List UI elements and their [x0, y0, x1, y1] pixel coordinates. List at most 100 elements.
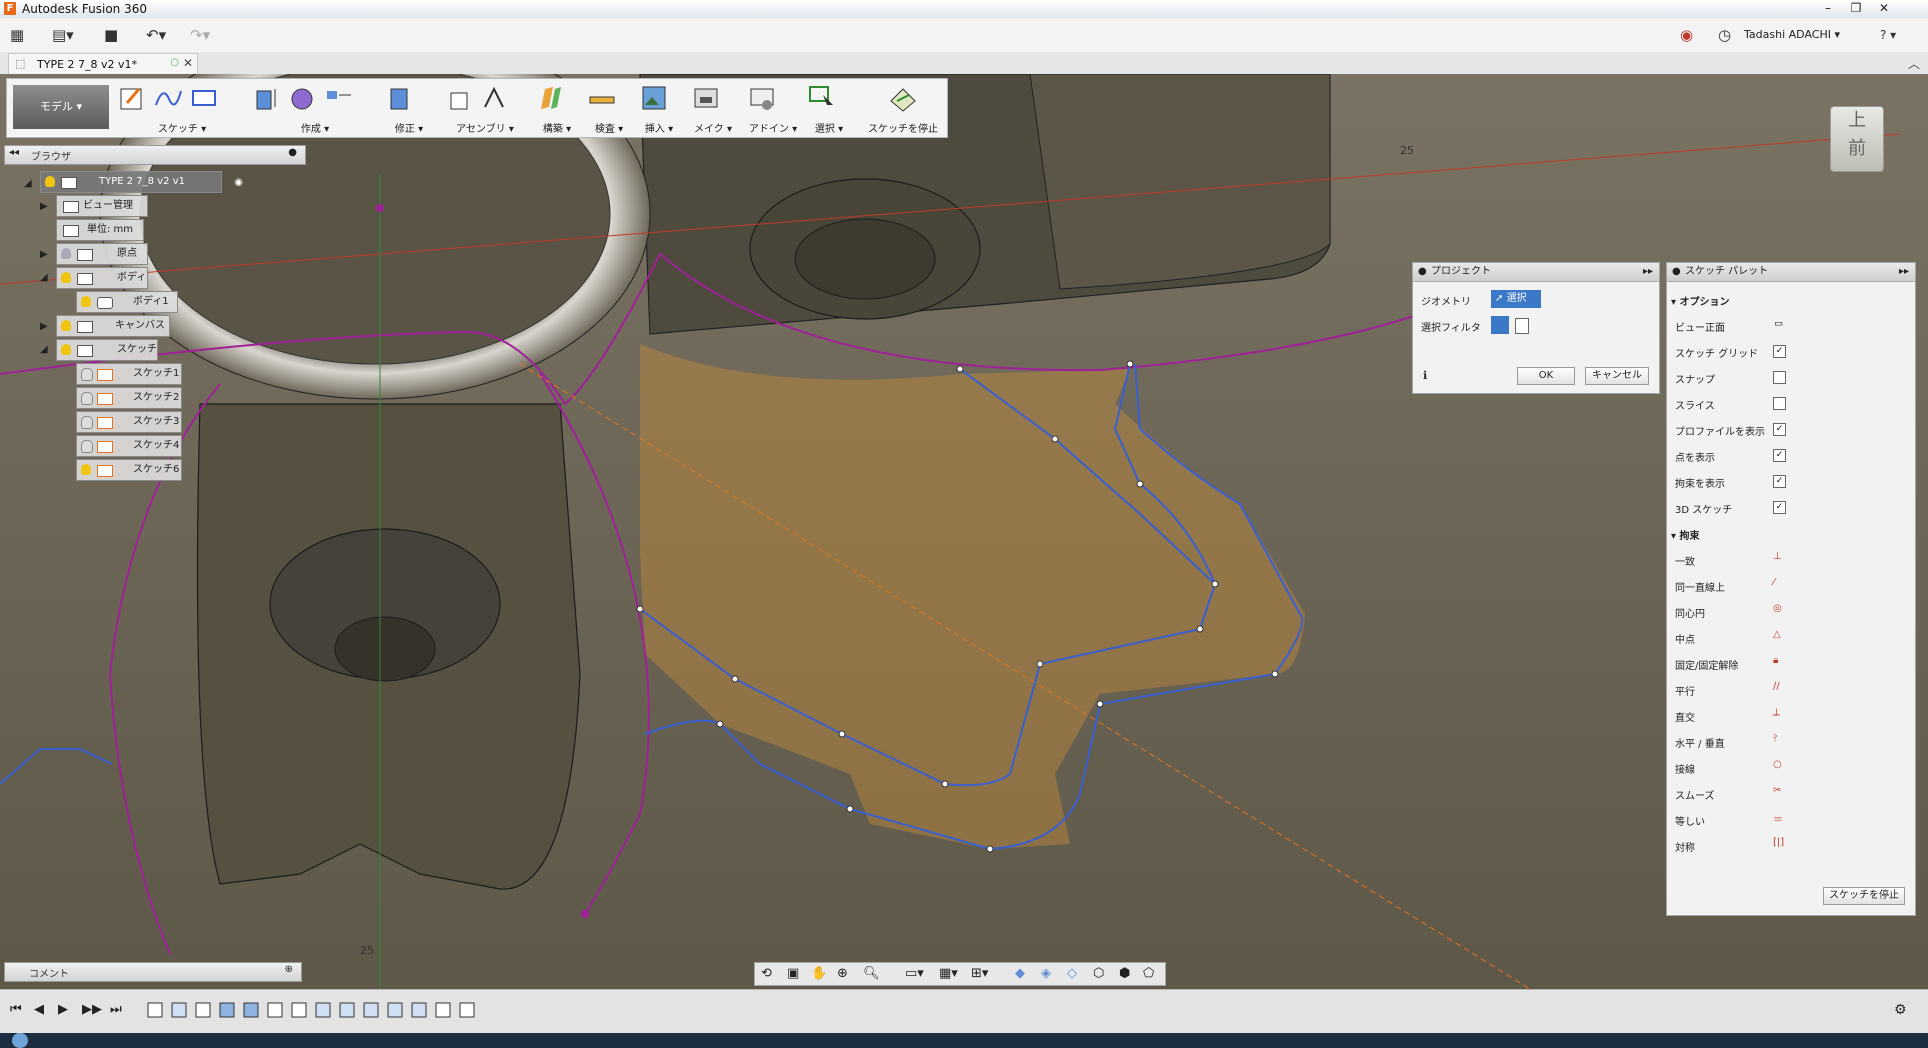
inspect-group[interactable]: 検査 ▾: [587, 83, 631, 135]
collapse-icon[interactable]: ◢: [40, 344, 48, 355]
pan-icon[interactable]: ✋: [811, 966, 827, 981]
geometry-select-button[interactable]: ➚ 選択: [1491, 290, 1541, 308]
go-to-start-icon[interactable]: ⏮: [10, 1002, 22, 1017]
constraint-smooth[interactable]: スムーズ ✂: [1667, 783, 1915, 803]
visibility-bulb-icon[interactable]: [81, 296, 91, 307]
options-section-header[interactable]: ▾ オプション: [1671, 293, 1730, 308]
comments-panel[interactable]: コメント ⊕: [4, 962, 302, 982]
constraint-collinear[interactable]: 同一直線上 ⁄: [1667, 575, 1915, 595]
sketch-palette-header[interactable]: ● スケッチ パレット ▸▸: [1667, 263, 1915, 282]
spline-icon[interactable]: [153, 83, 183, 113]
info-icon[interactable]: ℹ: [1423, 369, 1427, 382]
constraint-horizontal-vertical[interactable]: 水平 / 垂直 ⫯: [1667, 731, 1915, 751]
document-tab[interactable]: ⬚ TYPE 2 7_8 v2 v1* ○ ✕: [8, 53, 198, 74]
stop-sketch-button[interactable]: スケッチを停止: [1823, 887, 1905, 905]
equal-icon[interactable]: ＝: [1773, 811, 1783, 826]
construct-group-label[interactable]: 構築 ▾: [535, 120, 579, 135]
3d-sketch-checkbox[interactable]: ✓: [1773, 501, 1786, 514]
insert-group-label[interactable]: 挿入 ▾: [639, 120, 679, 135]
workspace-mode-button[interactable]: モデル ▾: [13, 85, 109, 129]
assembly-group[interactable]: アセンブリ ▾: [443, 83, 527, 135]
browser-node-sketch4[interactable]: スケッチ4: [76, 435, 182, 457]
wireframe-icon[interactable]: ⬡: [1093, 966, 1104, 981]
user-menu[interactable]: Tadashi ADACHI ▾: [1744, 28, 1840, 41]
collinear-icon[interactable]: ⁄: [1773, 577, 1775, 588]
show-points-checkbox[interactable]: ✓: [1773, 449, 1786, 462]
browser-root[interactable]: TYPE 2 7_8 v2 v1 ◉: [40, 171, 243, 193]
constraint-equal[interactable]: 等しい ＝: [1667, 809, 1915, 829]
create-group-label[interactable]: 作成 ▾: [251, 120, 379, 135]
stop-sketch-label[interactable]: スケッチを停止: [863, 120, 943, 135]
start-button-icon[interactable]: [12, 1033, 28, 1048]
palette-expand-icon[interactable]: ▸▸: [1899, 263, 1909, 281]
rectangle-icon[interactable]: [189, 83, 219, 113]
hidden-edges-icon[interactable]: ◇: [1067, 966, 1077, 981]
perpendicular-icon[interactable]: ⟂: [1773, 707, 1780, 718]
cancel-button[interactable]: キャンセル: [1585, 367, 1649, 385]
browser-node-canvas[interactable]: キャンバス: [56, 315, 170, 337]
constraint-symmetric[interactable]: 対称 [|]: [1667, 835, 1915, 855]
lock-icon[interactable]: 🔒︎: [1773, 655, 1778, 666]
scripts-icon[interactable]: [747, 83, 777, 113]
horizontal-vertical-icon[interactable]: ⫯: [1773, 733, 1777, 744]
construction-point[interactable]: [581, 910, 589, 918]
model-scene[interactable]: 25 25: [0, 74, 1928, 989]
expand-icon[interactable]: ▶: [40, 249, 48, 260]
browser-node-bodies[interactable]: ボディ: [56, 267, 148, 289]
sketch-grid-checkbox[interactable]: ✓: [1773, 345, 1786, 358]
timeline-settings-gear-icon[interactable]: ⚙: [1894, 1002, 1907, 1018]
browser-node-sketch1[interactable]: スケッチ1: [76, 363, 182, 385]
constraint-perpendicular[interactable]: 直交 ⟂: [1667, 705, 1915, 725]
zoom-icon[interactable]: ⊕: [837, 966, 848, 981]
assembly-group-label[interactable]: アセンブリ ▾: [443, 120, 527, 135]
timeline-sketch-icon[interactable]: [291, 1002, 307, 1018]
timeline-fillet-icon[interactable]: [363, 1002, 379, 1018]
insert-group[interactable]: 挿入 ▾: [639, 83, 679, 135]
browser-pin-icon[interactable]: ●: [288, 147, 297, 158]
constraint-fix[interactable]: 固定/固定解除 🔒︎: [1667, 653, 1915, 673]
filter-body-icon[interactable]: [1491, 316, 1509, 334]
look-at-nav-icon[interactable]: ▣: [787, 966, 799, 981]
symmetric-icon[interactable]: [|]: [1773, 837, 1784, 848]
timeline-features[interactable]: [146, 1000, 476, 1022]
make-group[interactable]: メイク ▾: [691, 83, 735, 135]
addins-group[interactable]: アドイン ▾: [747, 83, 799, 135]
measure-icon[interactable]: [587, 83, 617, 113]
browser-node-origin[interactable]: 原点: [56, 243, 148, 265]
go-to-end-icon[interactable]: ⏭: [110, 1002, 122, 1017]
construct-group[interactable]: 構築 ▾: [535, 83, 579, 135]
sketch-point[interactable]: [716, 720, 724, 728]
look-at-icon[interactable]: ▭: [1773, 319, 1784, 330]
timeline-move-icon[interactable]: [387, 1002, 403, 1018]
tangent-icon[interactable]: ○: [1773, 759, 1782, 770]
option-show-constraints[interactable]: 拘束を表示 ✓: [1667, 471, 1915, 491]
sketch-point[interactable]: [956, 365, 964, 373]
sketch-point[interactable]: [986, 845, 994, 853]
slice-checkbox[interactable]: [1773, 397, 1786, 410]
timeline-sketch-icon[interactable]: [267, 1002, 283, 1018]
collapse-icon[interactable]: ◢: [40, 272, 48, 283]
stop-sketch-icon[interactable]: [887, 83, 917, 113]
dialog-collapse-icon[interactable]: ●: [1418, 263, 1427, 281]
timeline-extrude-icon[interactable]: [243, 1002, 259, 1018]
sketch-point[interactable]: [1196, 625, 1204, 633]
close-tab-icon[interactable]: ✕: [183, 56, 193, 70]
option-look-at[interactable]: ビュー正面 ▭: [1667, 315, 1915, 335]
expand-root-icon[interactable]: ◢: [24, 178, 32, 189]
dialog-expand-icon[interactable]: ▸▸: [1643, 263, 1653, 281]
modify-group-label[interactable]: 修正 ▾: [385, 120, 433, 135]
browser-node-sketches[interactable]: スケッチ: [56, 339, 158, 361]
expand-icon[interactable]: ▶: [40, 201, 48, 212]
constraint-tangent[interactable]: 接線 ○: [1667, 757, 1915, 777]
maximize-button[interactable]: ❐: [1842, 0, 1870, 18]
orbit-icon[interactable]: ⟲: [761, 966, 772, 981]
constraint-coincident[interactable]: 一致 ⊥: [1667, 549, 1915, 569]
visibility-bulb-icon[interactable]: [61, 344, 71, 355]
new-component-icon[interactable]: [443, 83, 473, 113]
extrude-icon[interactable]: [251, 83, 281, 113]
concentric-icon[interactable]: ◎: [1773, 603, 1782, 614]
visibility-bulb-icon[interactable]: [61, 248, 71, 259]
constraint-concentric[interactable]: 同心円 ◎: [1667, 601, 1915, 621]
browser-node-view[interactable]: ビュー管理: [56, 195, 148, 217]
joint-icon[interactable]: [479, 83, 509, 113]
